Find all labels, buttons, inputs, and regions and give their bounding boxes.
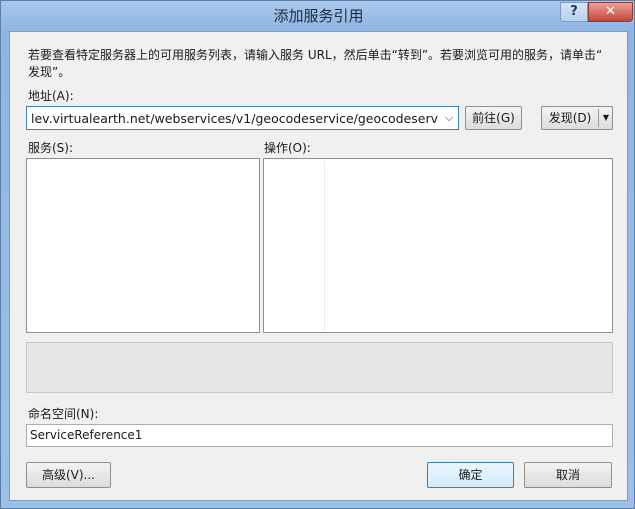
list-divider — [324, 161, 325, 330]
operations-list[interactable] — [263, 158, 613, 333]
close-button[interactable]: ✕ — [588, 2, 633, 22]
discover-button[interactable]: 发现(D) — [542, 107, 598, 129]
address-combobox[interactable]: lev.virtualearth.net/webservices/v1/geoc… — [26, 106, 459, 130]
help-button[interactable]: ? — [560, 2, 588, 22]
dropdown-arrow-icon[interactable]: ▼ — [599, 107, 613, 129]
description-line-1: 若要查看特定服务器上的可用服务列表，请输入服务 URL，然后单击“转到”。若要浏… — [28, 48, 603, 62]
discover-split-button[interactable]: 发现(D) ▼ — [541, 106, 613, 130]
description-line-2: 发现”。 — [28, 65, 71, 79]
chevron-down-icon[interactable]: ⌵ — [441, 110, 457, 126]
address-label: 地址(A): — [28, 89, 74, 103]
operations-label: 操作(O): — [264, 141, 311, 155]
dialog-window: 添加服务引用 ? ✕ 若要查看特定服务器上的可用服务列表，请输入服务 URL，然… — [0, 0, 635, 509]
window-title: 添加服务引用 — [273, 7, 364, 25]
ok-button[interactable]: 确定 — [427, 462, 514, 488]
dialog-body: 若要查看特定服务器上的可用服务列表，请输入服务 URL，然后单击“转到”。若要浏… — [9, 31, 628, 501]
namespace-field[interactable]: ServiceReference1 — [26, 424, 613, 447]
cancel-button[interactable]: 取消 — [524, 462, 612, 488]
go-button[interactable]: 前往(G) — [465, 106, 522, 130]
address-input[interactable]: lev.virtualearth.net/webservices/v1/geoc… — [31, 111, 439, 126]
title-bar[interactable]: 添加服务引用 ? ✕ — [1, 1, 635, 31]
namespace-label: 命名空间(N): — [28, 407, 99, 421]
services-label: 服务(S): — [28, 141, 74, 155]
status-panel — [26, 342, 613, 393]
services-tree[interactable] — [26, 158, 260, 333]
advanced-button[interactable]: 高级(V)... — [26, 462, 111, 488]
namespace-input[interactable]: ServiceReference1 — [30, 428, 142, 442]
